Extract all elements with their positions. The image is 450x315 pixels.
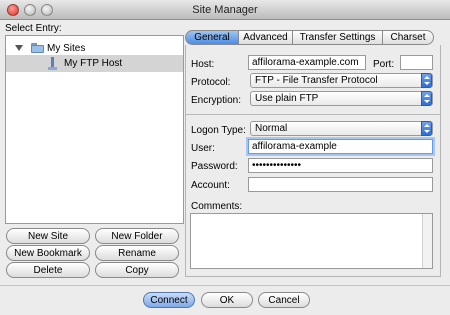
protocol-select[interactable]: FTP - File Transfer Protocol <box>250 73 433 88</box>
user-label: User: <box>191 143 215 154</box>
tree-item-my-ftp-host[interactable]: My FTP Host <box>6 55 183 72</box>
tab-bar: General Advanced Transfer Settings Chars… <box>185 30 434 45</box>
comments-scrollbar[interactable] <box>422 214 432 268</box>
tab-charset[interactable]: Charset <box>383 30 434 45</box>
encryption-label: Encryption: <box>191 95 242 106</box>
folder-icon <box>31 43 44 53</box>
divider <box>186 114 440 115</box>
tab-transfer-settings[interactable]: Transfer Settings <box>293 30 383 45</box>
server-icon <box>48 57 58 70</box>
title-bar: Site Manager <box>0 0 450 20</box>
port-input[interactable] <box>400 55 433 70</box>
password-input[interactable]: •••••••••••••• <box>248 158 433 173</box>
tab-advanced[interactable]: Advanced <box>239 30 293 45</box>
delete-button[interactable]: Delete <box>6 262 90 278</box>
comments-label: Comments: <box>191 201 243 212</box>
logon-type-select[interactable]: Normal <box>250 121 433 136</box>
select-arrows-icon <box>421 73 432 88</box>
port-label: Port: <box>373 59 395 70</box>
new-bookmark-button[interactable]: New Bookmark <box>6 245 90 261</box>
comments-textarea[interactable] <box>190 213 433 269</box>
window-title: Site Manager <box>192 4 258 16</box>
select-entry-label: Select Entry: <box>5 23 62 34</box>
encryption-value: Use plain FTP <box>255 93 319 104</box>
new-site-button[interactable]: New Site <box>6 228 90 244</box>
footer-divider <box>0 285 450 286</box>
host-input[interactable]: affilorama-example.com <box>248 55 366 70</box>
tree-item-label: My Sites <box>47 43 86 54</box>
cancel-button[interactable]: Cancel <box>258 292 310 308</box>
select-arrows-icon <box>421 91 432 106</box>
select-arrows-icon <box>421 121 432 136</box>
protocol-value: FTP - File Transfer Protocol <box>255 75 378 86</box>
rename-button[interactable]: Rename <box>95 245 179 261</box>
site-tree[interactable]: My Sites My FTP Host <box>5 35 184 224</box>
logon-type-value: Normal <box>255 123 288 134</box>
password-label: Password: <box>191 161 238 172</box>
encryption-select[interactable]: Use plain FTP <box>250 91 433 106</box>
user-input[interactable]: affilorama-example <box>248 139 433 154</box>
host-label: Host: <box>191 59 215 70</box>
ok-button[interactable]: OK <box>201 292 253 308</box>
copy-button[interactable]: Copy <box>95 262 179 278</box>
protocol-label: Protocol: <box>191 77 231 88</box>
tree-item-label: My FTP Host <box>64 58 123 69</box>
new-folder-button[interactable]: New Folder <box>95 228 179 244</box>
logon-type-label: Logon Type: <box>191 125 246 136</box>
account-input[interactable] <box>248 177 433 192</box>
tab-general[interactable]: General <box>185 30 239 45</box>
disclosure-triangle-icon[interactable] <box>15 45 23 51</box>
connect-button[interactable]: Connect <box>143 292 195 308</box>
account-label: Account: <box>191 180 230 191</box>
